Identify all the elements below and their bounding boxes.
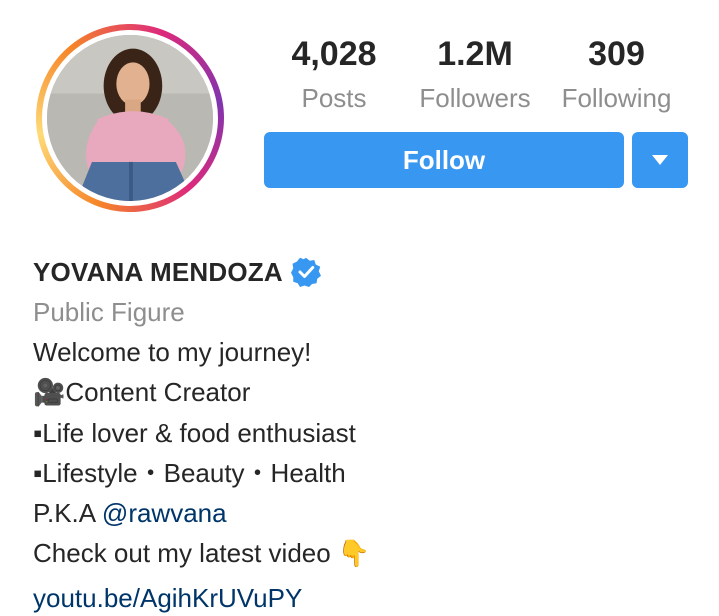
followers-stat[interactable]: 1.2M Followers	[411, 34, 539, 116]
avatar[interactable]	[47, 35, 213, 201]
website-link[interactable]: youtu.be/AgihKrUVuPY	[33, 576, 713, 616]
bio-line: Check out my latest video 👇	[33, 533, 713, 574]
avatar-border	[42, 30, 218, 206]
bio-line: ▪Life lover & food enthusiast	[33, 418, 356, 448]
avatar-photo	[47, 35, 213, 201]
followers-label: Followers	[419, 83, 531, 113]
follow-button[interactable]: Follow	[264, 132, 624, 188]
bio-line: ▪Lifestyle・Beauty・Health	[33, 458, 346, 488]
following-stat[interactable]: 309 Following	[553, 34, 680, 116]
caret-down-icon	[652, 155, 668, 165]
bio-text: Content Creator	[65, 377, 251, 407]
posts-count: 4,028	[291, 35, 377, 73]
pointing-down-icon: 👇	[337, 539, 371, 569]
profile-name: YOVANA MENDOZA	[33, 256, 283, 287]
bio-text: Check out my latest video	[33, 538, 338, 568]
movie-camera-icon: 🎥	[33, 378, 66, 408]
mention-link[interactable]: @rawvana	[102, 498, 227, 528]
following-count: 309	[588, 35, 645, 73]
profile-category: Public Figure	[33, 297, 185, 327]
story-ring[interactable]	[36, 24, 224, 212]
name-row: YOVANA MENDOZA	[33, 252, 713, 292]
verified-badge-icon	[290, 257, 321, 287]
bio-line: Welcome to my journey!	[33, 337, 312, 367]
bio-text: P.K.A	[33, 498, 102, 528]
followers-count: 1.2M	[437, 35, 513, 73]
bio-line: P.K.A @rawvana	[33, 493, 713, 533]
profile-bio: YOVANA MENDOZA Public Figure Welcome to …	[33, 252, 713, 616]
posts-label: Posts	[301, 83, 367, 113]
posts-stat[interactable]: 4,028 Posts	[276, 34, 392, 116]
suggested-accounts-button[interactable]	[632, 132, 688, 188]
bio-line: 🎥Content Creator	[33, 372, 713, 413]
profile-header: 4,028 Posts 1.2M Followers 309 Following…	[0, 0, 719, 616]
following-label: Following	[561, 83, 672, 113]
